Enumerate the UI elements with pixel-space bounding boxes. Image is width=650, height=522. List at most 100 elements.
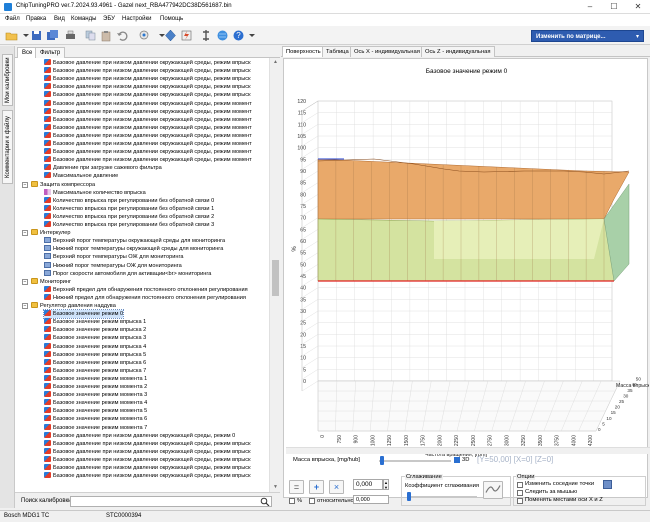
tree-item[interactable]: Базовое давление при низком давлении окр… xyxy=(44,431,235,440)
equals-button[interactable]: = xyxy=(289,480,304,494)
tree-item[interactable]: Базовое давление при низком давлении окр… xyxy=(44,99,252,108)
plot-horizontal-scrollbar[interactable] xyxy=(286,447,650,454)
tree-item[interactable]: Верхний порог температуры окружающей сре… xyxy=(44,237,225,245)
tree-item[interactable]: Базовое значение режим впрыска 5 xyxy=(44,350,146,359)
tab-axis-x[interactable]: Ось X - индивидуальная xyxy=(350,46,424,57)
smooth-apply-button[interactable] xyxy=(483,481,503,499)
tree-item[interactable]: Базовое давление при низком давлении окр… xyxy=(44,472,251,480)
tree-item[interactable]: Нижний порог температуры ОЖ для монитори… xyxy=(44,261,182,270)
settings-icon[interactable] xyxy=(200,29,213,42)
help-dropdown-icon[interactable] xyxy=(246,29,259,42)
menu-edit[interactable]: Правка xyxy=(26,16,46,22)
close-button[interactable]: ✕ xyxy=(626,0,650,14)
minimize-button[interactable]: – xyxy=(578,0,602,14)
surface-plot-canvas[interactable]: 0510152025303540455055606570758085909510… xyxy=(284,59,649,459)
value-spinner-1[interactable]: ▲ ▼ xyxy=(383,479,389,490)
tree-item[interactable]: Максимальное количество впрыска xyxy=(44,188,146,197)
maximize-button[interactable]: ☐ xyxy=(602,0,626,14)
tree-item[interactable]: Базовое значение режим впрыска 7 xyxy=(44,366,146,375)
help-icon[interactable]: ? xyxy=(232,29,245,42)
tree-item[interactable]: Базовое давление при низком давлении окр… xyxy=(44,123,252,132)
tree-item[interactable]: Базовое значение режим момента 4 xyxy=(44,399,147,407)
tab-surface[interactable]: Поверхность xyxy=(282,46,325,57)
search-icon[interactable] xyxy=(260,497,270,506)
smoothing-slider-track[interactable] xyxy=(407,496,477,498)
tree-item[interactable]: Базовое значение режим впрыска 1 xyxy=(44,318,146,326)
tree-item[interactable]: Базовое давление при низком давлении окр… xyxy=(44,439,251,448)
tree-item[interactable]: Количество впрыска при регулировании без… xyxy=(44,212,214,221)
tree-item[interactable]: Базовое давление при низком давлении окр… xyxy=(44,91,251,99)
tree-folder[interactable]: − Защита компрессора xyxy=(22,180,95,189)
diamond-icon[interactable] xyxy=(164,29,177,42)
menu-ecu[interactable]: ЭБУ xyxy=(103,16,115,22)
option-follow-mouse-checkbox[interactable] xyxy=(517,490,523,496)
scroll-down-icon[interactable]: ▼ xyxy=(272,484,279,491)
menu-view[interactable]: Вид xyxy=(54,16,65,22)
tree-item[interactable]: Базовое значение режим момента 3 xyxy=(44,391,147,399)
collapse-icon[interactable]: − xyxy=(22,303,28,309)
flash-icon[interactable] xyxy=(180,29,193,42)
tree-item[interactable]: Максимальное давление xyxy=(44,172,118,180)
change-by-matrix-dropdown[interactable]: Изменить по матрице... ▾ xyxy=(531,30,644,42)
connect-icon[interactable] xyxy=(138,29,151,42)
tree-item[interactable]: Базовое давление при низком давлении окр… xyxy=(44,156,252,164)
tree-item[interactable]: Базовое давление при низком давлении окр… xyxy=(44,83,251,91)
tab-axis-z[interactable]: Ось Z - индивидуальная xyxy=(421,46,495,57)
tree-item[interactable]: Базовое давление при низком давлении окр… xyxy=(44,107,252,116)
tree-item[interactable]: Базовое значение режим впрыска 3 xyxy=(44,334,146,342)
copy-icon[interactable] xyxy=(84,29,97,42)
tree-item[interactable]: Базовое давление при низком давлении окр… xyxy=(44,75,251,83)
tree-item[interactable]: Базовое значение режим момента 6 xyxy=(44,415,147,423)
tree-item[interactable]: Базовое значение режим впрыска 4 xyxy=(44,342,146,351)
tree-item[interactable]: Базовое давление при низком давлении окр… xyxy=(44,59,251,67)
scroll-thumb[interactable] xyxy=(272,260,279,296)
tree-item[interactable]: Базовое давление при низком давлении окр… xyxy=(44,148,252,156)
collapse-icon[interactable]: − xyxy=(22,181,28,188)
checkbox-3d[interactable] xyxy=(454,457,460,463)
tree-item[interactable]: Базовое значение режим впрыска 2 xyxy=(44,326,146,334)
tree-item[interactable]: Базовое значение режим 0 xyxy=(42,309,125,320)
print-icon[interactable] xyxy=(64,29,77,42)
tree-item[interactable]: Нижний предел для обнаружения постоянног… xyxy=(44,293,246,302)
tree-item[interactable]: Базовое давление при низком давлении окр… xyxy=(44,455,251,464)
tree-folder[interactable]: − Регулятор давления наддува xyxy=(22,302,116,310)
globe-icon[interactable] xyxy=(216,29,229,42)
menu-help[interactable]: Помощь xyxy=(160,16,183,22)
tab-filter[interactable]: Фильтр xyxy=(35,47,66,58)
percent-checkbox[interactable] xyxy=(289,498,295,504)
calibration-tree[interactable]: Базовое давление при низком давлении окр… xyxy=(15,58,269,492)
tree-item[interactable]: Количество впрыска при регулировании без… xyxy=(44,221,214,229)
open-folder-icon[interactable] xyxy=(5,29,18,42)
tree-item[interactable]: Базовое давление при низком давлении окр… xyxy=(44,67,251,75)
save-all-icon[interactable] xyxy=(46,29,59,42)
tree-item[interactable]: Базовое давление при низком давлении окр… xyxy=(44,140,252,148)
tree-scrollbar[interactable]: ▲ ▼ xyxy=(269,58,280,492)
tree-item[interactable]: Давление при загрузке сажевого фильтра xyxy=(44,164,162,172)
value-input-1[interactable]: 0,000 xyxy=(353,479,383,490)
tree-item[interactable]: Базовое значение режим момента 7 xyxy=(44,423,147,432)
tree-item[interactable]: Базовое давление при низком давлении окр… xyxy=(44,115,252,124)
tab-table[interactable]: Таблица xyxy=(322,46,353,57)
multiply-button[interactable]: × xyxy=(329,480,344,494)
tree-item[interactable]: Базовое давление при низком давлении окр… xyxy=(44,131,252,140)
tree-item[interactable]: Порог скорости автомобиля для активации<… xyxy=(44,269,211,278)
option-swap-axes-checkbox[interactable] xyxy=(517,498,523,504)
tree-item[interactable]: Базовое значение режим момента 2 xyxy=(44,383,147,391)
mass-slider-thumb[interactable] xyxy=(380,456,384,465)
option-neighbors-checkbox[interactable] xyxy=(517,482,523,488)
tree-item[interactable]: Количество впрыска при регулировании без… xyxy=(44,204,214,213)
paste-icon[interactable] xyxy=(100,29,113,42)
menu-settings[interactable]: Настройки xyxy=(122,16,151,22)
tree-item[interactable]: Базовое давление при низком давлении окр… xyxy=(44,447,251,456)
relative-checkbox[interactable] xyxy=(309,498,315,504)
collapse-icon[interactable]: − xyxy=(22,278,28,285)
tree-item[interactable]: Базовое значение режим момента 5 xyxy=(44,407,147,415)
tab-my-calibrations[interactable]: Мои калибровки xyxy=(2,54,13,106)
tree-item[interactable]: Базовое давление при низком давлении окр… xyxy=(44,464,251,472)
tree-item[interactable]: Верхний предел для обнаружения постоянно… xyxy=(44,285,248,294)
smoothing-slider-thumb[interactable] xyxy=(407,492,411,501)
search-input[interactable] xyxy=(70,496,272,507)
value-input-2[interactable]: 0,000 xyxy=(353,495,389,504)
tree-item[interactable]: Количество впрыска при регулировании без… xyxy=(44,196,214,205)
tree-item[interactable]: Базовое значение режим момента 1 xyxy=(44,374,147,383)
